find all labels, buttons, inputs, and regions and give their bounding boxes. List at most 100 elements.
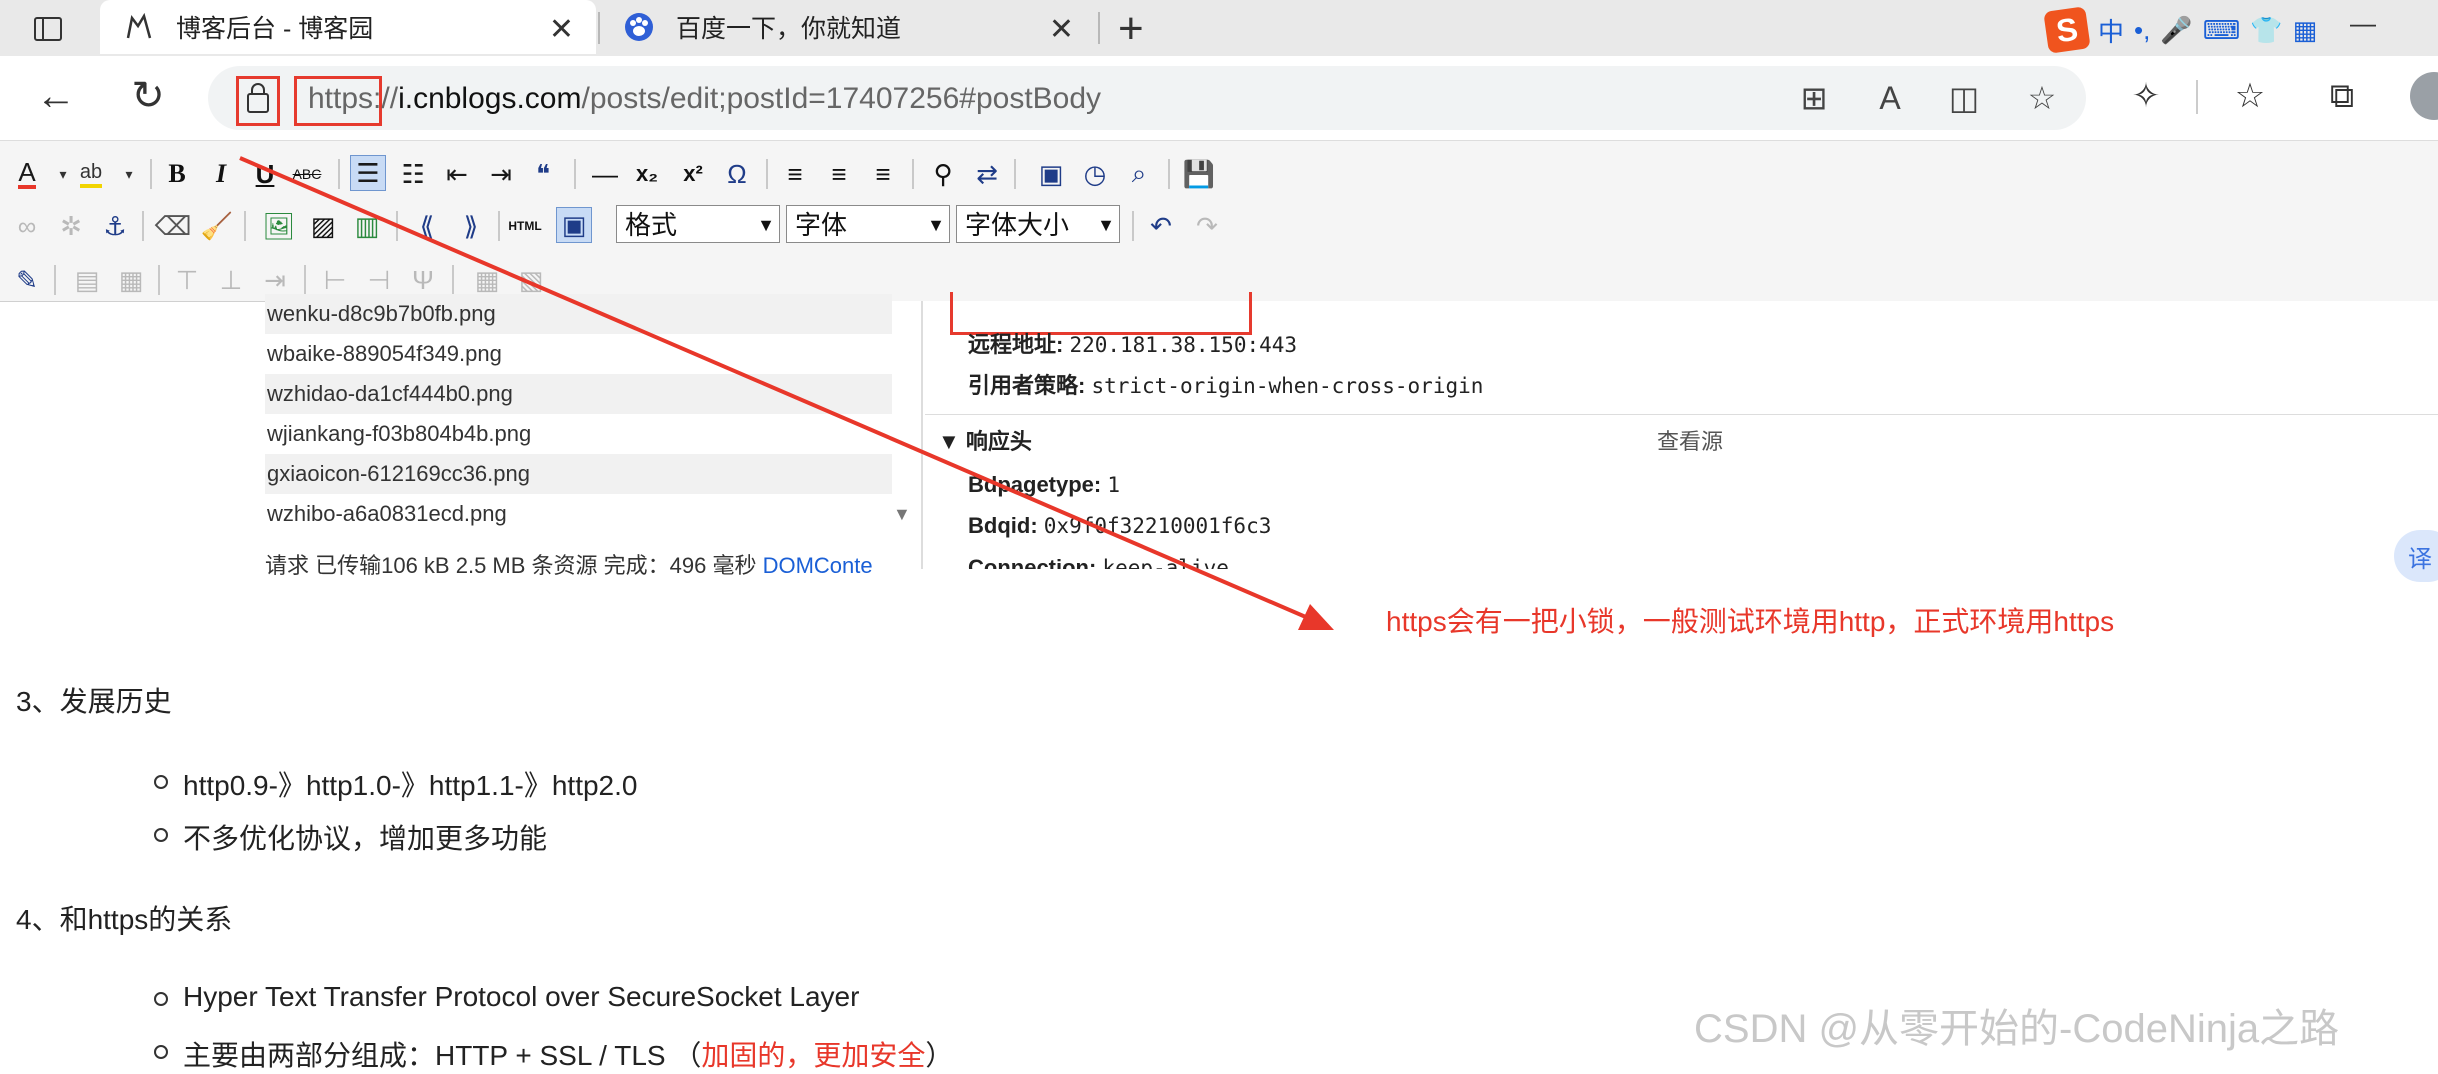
remote-address-row: 远程地址: 220.181.38.150:443 [968,327,1297,359]
microphone-icon[interactable]: 🎤 [2160,15,2192,46]
align-right-icon[interactable]: ≡ [866,157,900,191]
image-icon[interactable]: ▨ [306,209,340,243]
cell-properties-icon[interactable]: ▦ [114,263,148,297]
align-center-icon[interactable]: ≡ [822,157,856,191]
remote-address-value: 220.181.38.150:443 [1069,333,1298,357]
superscript-icon[interactable]: x² [676,157,710,191]
fullscreen-icon[interactable]: ▣ [556,207,592,243]
toolbar-divider [2196,80,2198,114]
insert-col-after-icon[interactable]: ⊣ [362,263,396,297]
code-snippet-icon[interactable]: ⟫ [454,209,488,243]
find-icon[interactable]: ⚲ [926,157,960,191]
back-icon[interactable]: ← [30,70,82,122]
media-icon[interactable]: ▥ [350,209,384,243]
close-tab-icon[interactable]: ✕ [1049,12,1074,47]
new-tab-icon[interactable]: + [1118,4,1144,54]
collections-icon[interactable]: ⧉ [2318,72,2366,120]
keyboard-icon[interactable]: ⌨ [2203,15,2241,46]
redo-icon[interactable]: ↷ [1190,209,1224,243]
tab-divider [1098,12,1100,44]
eraser-icon[interactable]: ⌫ [155,209,192,243]
link-icon[interactable]: ∞ [10,209,44,243]
list-item: wzhibo-a6a0831ecd.png [267,501,507,526]
preview-icon[interactable]: ⌕ [1122,157,1156,191]
insert-row-after-icon[interactable]: ⊥ [214,263,248,297]
add-favorite-icon[interactable]: ☆ [2022,78,2062,118]
view-source-link[interactable]: 查看源 [1657,424,1723,456]
tab-actions-icon[interactable] [26,10,68,46]
align-left-icon[interactable]: ≡ [778,157,812,191]
lock-icon[interactable] [236,76,280,126]
highlight-color-icon[interactable]: ab [74,157,108,191]
close-tab-icon[interactable]: ✕ [549,12,574,47]
split-cell-icon[interactable]: ▦ [470,263,504,297]
minimize-icon[interactable]: — [2350,8,2376,39]
favorites-icon[interactable]: ☆ [2226,72,2274,120]
outdent-icon[interactable]: ⇤ [440,157,474,191]
bullet-list-icon[interactable]: ☰ [350,155,386,191]
italic-icon[interactable]: I [204,157,238,191]
tab-cnblogs[interactable]: 博客后台 - 博客园 ✕ [100,0,596,54]
insert-date-icon[interactable]: ▣ [1034,157,1068,191]
url-path: /posts/edit;postId=17407256#postBody [581,82,1102,115]
translate-button[interactable]: 译 [2394,530,2438,582]
insert-image-icon[interactable]: 🖼 [262,209,296,243]
replace-icon[interactable]: ⇄ [970,157,1004,191]
font-color-icon[interactable]: A [10,157,44,191]
delete-col-icon[interactable]: Ψ [406,263,440,297]
delete-row-icon[interactable]: ⇥ [258,263,292,297]
insert-time-icon[interactable]: ◷ [1078,157,1112,191]
edit-table-icon[interactable]: ✎ [10,263,44,297]
referrer-policy-value: strict-origin-when-cross-origin [1091,374,1484,398]
unlink-icon[interactable]: ✲ [54,209,88,243]
list-bullet [154,992,168,1006]
horizontal-rule-icon[interactable]: — [588,157,622,191]
tab-baidu[interactable]: 百度一下，你就知道 ✕ [600,0,1096,54]
undo-icon[interactable]: ↶ [1144,209,1178,243]
bold-icon[interactable]: B [160,157,194,191]
insert-row-before-icon[interactable]: ⊤ [170,263,204,297]
font-size-select[interactable]: 字体大小 ▼ [956,205,1120,243]
ime-mode[interactable]: 中 [2098,12,2124,49]
scroll-down-icon[interactable]: ▼ [893,504,911,525]
section-heading: 3、发展历史 [16,686,172,717]
clean-up-icon[interactable]: 🧹 [200,209,234,243]
divider [925,414,2438,415]
indent-icon[interactable]: ⇥ [484,157,518,191]
ime-toolbar[interactable]: S 中 •, 🎤 ⌨ 👕 ▦ [2043,6,2318,54]
apps-grid-icon[interactable]: ▦ [2293,15,2318,46]
strikethrough-icon[interactable]: ABC [290,157,324,191]
underline-icon[interactable]: U [248,157,282,191]
numbered-list-icon[interactable]: ☷ [396,157,430,191]
subscript-icon[interactable]: x₂ [630,157,664,191]
network-status-line: 请求 已传输106 kB 2.5 MB 条资源 完成：496 毫秒 DOMCon… [265,548,873,580]
table-properties-icon[interactable]: ▤ [70,263,104,297]
url-text[interactable]: https://i.cnblogs.com/posts/edit;postId=… [308,80,1101,118]
list-item: http0.9-》http1.0-》http1.1-》http2.0 [183,770,638,801]
list-item: wjiankang-f03b804b4b.png [267,421,532,446]
format-select[interactable]: 格式 ▼ [616,205,780,243]
toolbar-separator [766,159,768,189]
insert-code-icon[interactable]: ⟪ [410,209,444,243]
anchor-icon[interactable]: ⚓ [98,209,132,243]
toolbar-separator [1014,159,1016,189]
blockquote-icon[interactable]: ❝ [526,157,560,191]
extensions-icon[interactable]: ✧ [2122,72,2170,120]
watermark: CSDN @从零开始的-CodeNinja之路 [1694,1007,2340,1051]
ime-punct[interactable]: •, [2134,15,2150,46]
dropdown-arrow-icon[interactable]: ▾ [112,157,146,191]
font-select[interactable]: 字体 ▼ [786,205,950,243]
read-aloud-icon[interactable]: A [1870,78,1910,118]
save-icon[interactable]: 💾 [1182,157,1216,191]
html-source-icon[interactable]: HTML [508,209,542,243]
special-char-icon[interactable]: Ω [720,157,754,191]
status-text: 请求 已传输106 kB 2.5 MB 条资源 完成：496 毫秒 [265,553,763,578]
skin-shirt-icon[interactable]: 👕 [2250,15,2282,46]
domcontentloaded-link[interactable]: DOMConte [763,553,873,578]
insert-col-before-icon[interactable]: ⊢ [318,263,352,297]
reload-icon[interactable]: ↻ [122,70,174,122]
immersive-reader-icon[interactable]: ◫ [1944,78,1984,118]
merge-cells-icon[interactable]: ▧ [514,263,548,297]
app-install-icon[interactable]: ⊞ [1794,78,1834,118]
response-headers-toggle[interactable]: ▼ 响应头 [938,424,1032,456]
